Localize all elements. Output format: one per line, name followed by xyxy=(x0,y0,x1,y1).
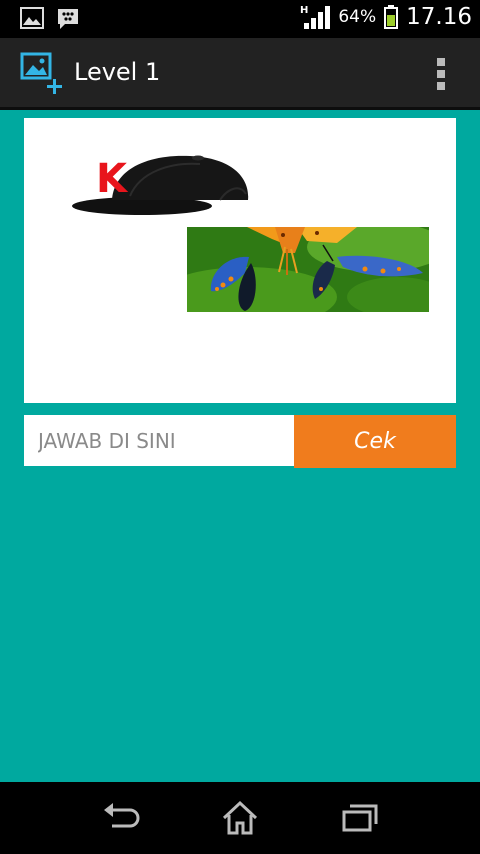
battery-icon xyxy=(384,5,399,29)
battery-percent: 64% xyxy=(338,7,377,27)
gallery-notification-icon xyxy=(20,7,44,29)
notification-icons xyxy=(20,7,80,31)
puzzle-image-card: K xyxy=(24,118,456,403)
add-image-icon[interactable] xyxy=(20,52,66,96)
signal-icon: H xyxy=(300,5,331,29)
action-bar: Level 1 xyxy=(0,38,480,110)
status-bar: H 64% 17.16 xyxy=(0,0,480,38)
network-type-label: H xyxy=(300,5,308,16)
answer-input[interactable] xyxy=(24,415,294,466)
puzzle-letter: K xyxy=(96,156,127,202)
bbm-notification-icon xyxy=(58,9,78,29)
overflow-menu-icon[interactable] xyxy=(436,58,446,92)
clock: 17.16 xyxy=(406,4,472,30)
back-icon[interactable] xyxy=(100,800,142,834)
page-title: Level 1 xyxy=(74,58,161,86)
butterflies-image xyxy=(187,227,429,312)
recent-apps-icon[interactable] xyxy=(340,800,380,834)
system-status: H 64% 17.16 xyxy=(300,4,472,30)
home-icon[interactable] xyxy=(220,800,260,836)
check-button[interactable]: Cek xyxy=(294,415,456,468)
navigation-bar xyxy=(0,782,480,854)
